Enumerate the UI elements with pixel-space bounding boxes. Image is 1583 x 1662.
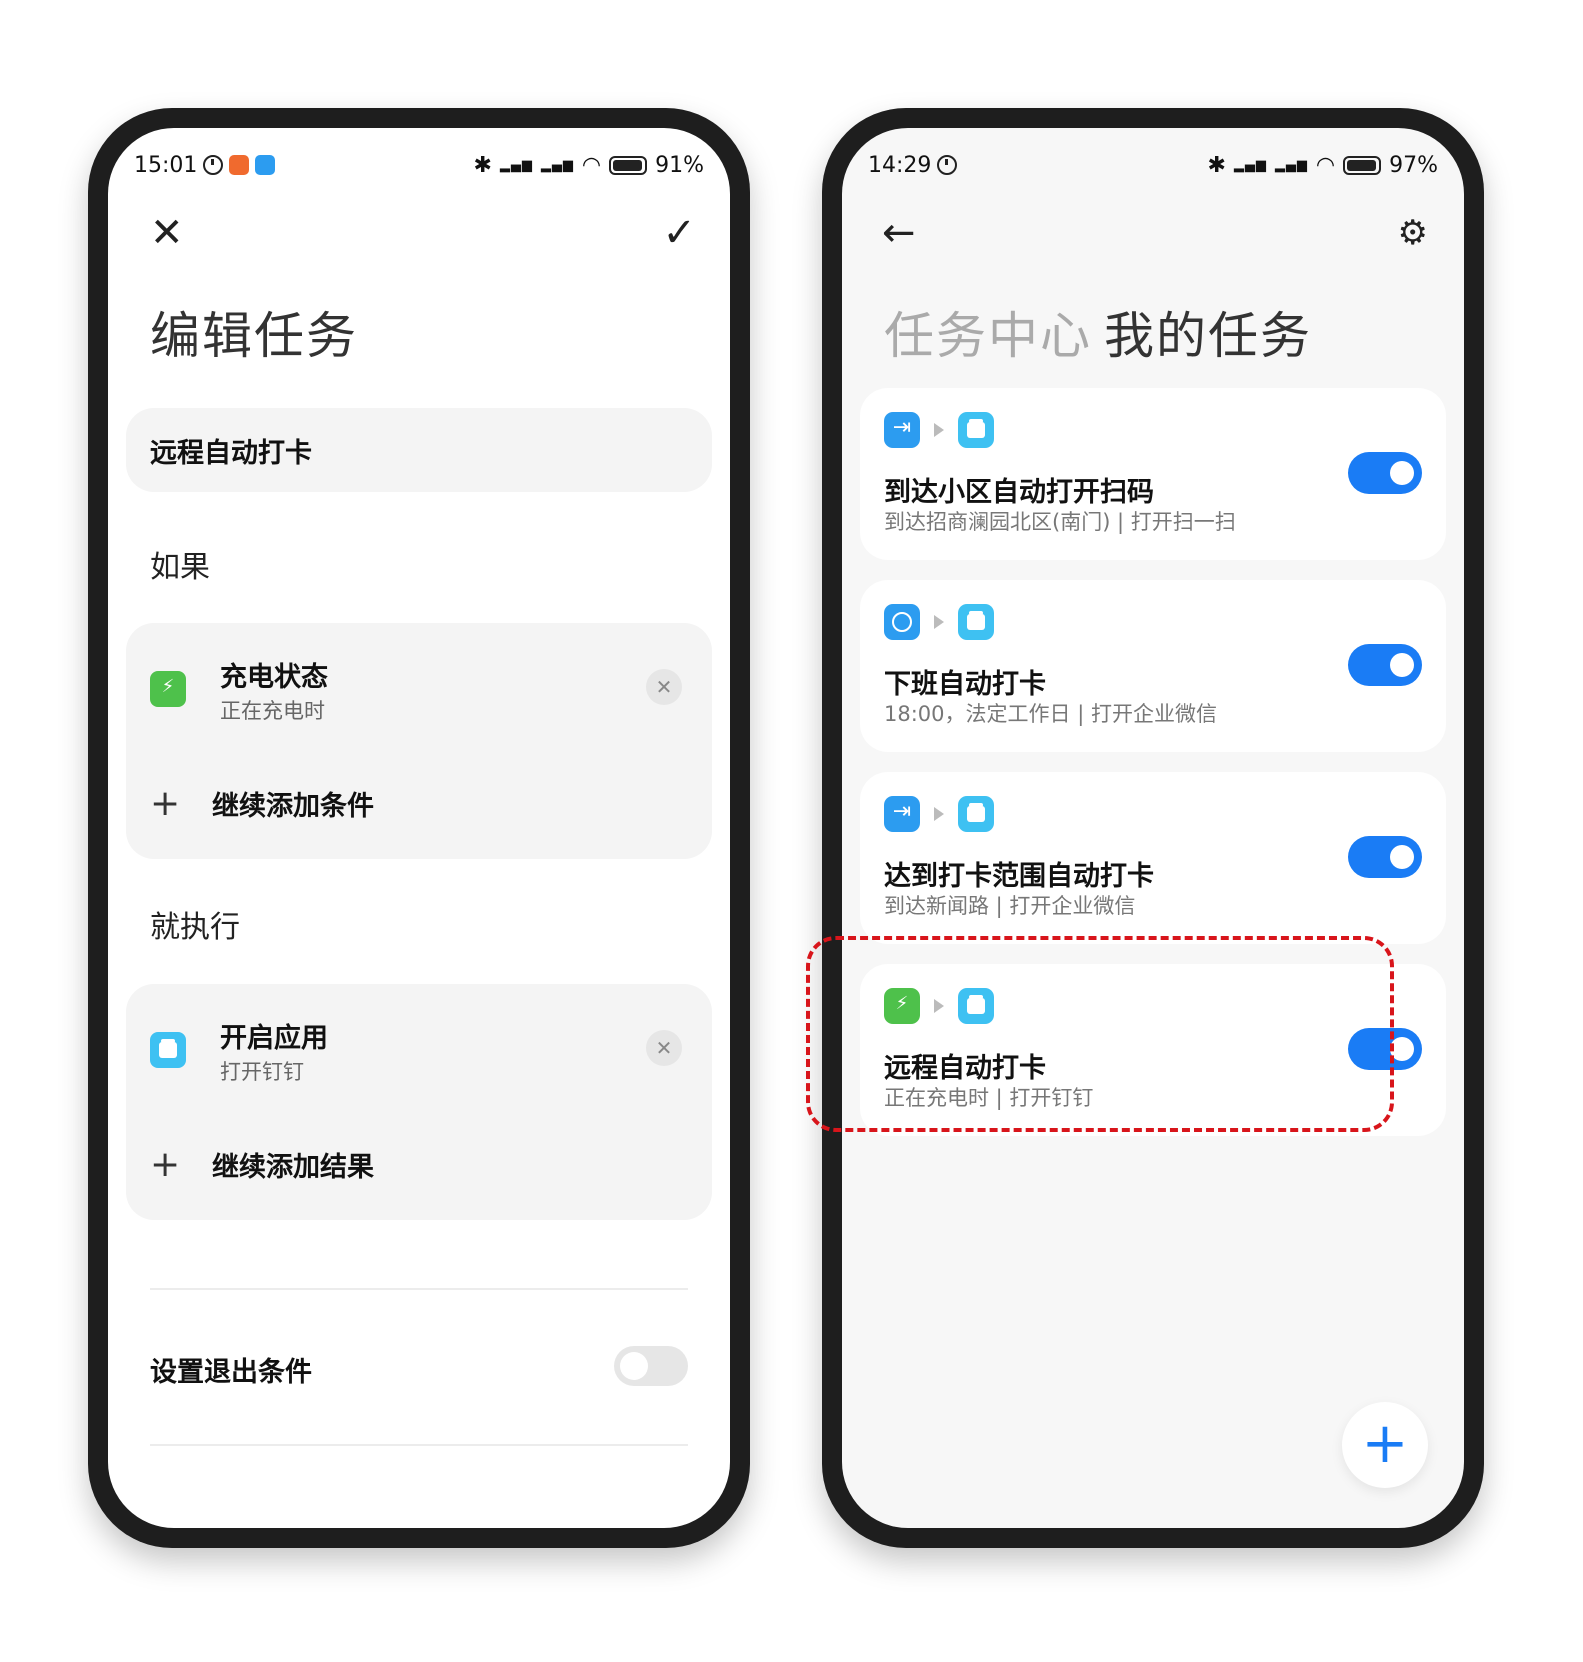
page-title: 编辑任务 (150, 307, 358, 365)
confirm-check-icon[interactable]: ✓ (662, 208, 696, 258)
open-app-icon (958, 604, 994, 640)
bluetooth-icon: ✱ (473, 152, 492, 178)
tab-task-center[interactable]: 任务中心 (884, 296, 1092, 368)
remove-action-icon[interactable]: ✕ (646, 1030, 682, 1066)
condition-card: 充电状态 正在充电时 ✕ + 继续添加条件 (126, 623, 712, 859)
divider (150, 1444, 688, 1446)
wifi-icon: ◠ (1315, 152, 1336, 178)
task-name-value: 远程自动打卡 (150, 437, 312, 469)
task-toggle[interactable] (1348, 452, 1422, 494)
task-flow-icons (884, 604, 994, 640)
task-name-input[interactable]: 远程自动打卡 (126, 408, 712, 492)
battery-percent: 97% (1389, 152, 1438, 178)
add-condition-label: 继续添加条件 (212, 791, 374, 822)
task-title: 到达小区自动打开扫码 (884, 477, 1154, 508)
clock-icon (884, 604, 920, 640)
battery-icon (1343, 155, 1382, 175)
edit-task-screen: 15:01 ✱ ▂▄▆ ▂▄▆ ◠ 91% ✕ ✓ 编辑任务 远程自动打卡 如果 (108, 128, 730, 1528)
add-result-label: 继续添加结果 (212, 1152, 374, 1183)
signal-icon: ▂▄▆ (499, 157, 533, 173)
bluetooth-icon: ✱ (1207, 152, 1226, 178)
settings-gear-icon[interactable]: ⚙ (1398, 208, 1428, 258)
open-app-icon (150, 1032, 186, 1068)
plus-icon: + (150, 1144, 181, 1185)
condition-title: 充电状态 (220, 662, 328, 693)
status-time: 15:01 (134, 152, 198, 178)
task-flow-icons (884, 412, 994, 448)
signal-icon: ▂▄▆ (1274, 157, 1308, 173)
alarm-icon (937, 155, 958, 175)
task-card[interactable]: 达到打卡范围自动打卡 到达新闻路 | 打开企业微信 (860, 772, 1446, 944)
task-toggle[interactable] (1348, 836, 1422, 878)
play-arrow-icon (934, 423, 944, 437)
status-time: 14:29 (868, 152, 932, 178)
signal-icon: ▂▄▆ (540, 157, 574, 173)
battery-percent: 91% (655, 152, 704, 178)
open-app-icon (958, 796, 994, 832)
action-card: 开启应用 打开钉钉 ✕ + 继续添加结果 (126, 984, 712, 1220)
task-flow-icons (884, 796, 994, 832)
back-arrow-icon[interactable]: ← (882, 208, 916, 258)
add-task-button[interactable]: + (1342, 1402, 1428, 1488)
action-item[interactable]: 开启应用 打开钉钉 ✕ (126, 984, 712, 1094)
signal-icon: ▂▄▆ (1233, 157, 1267, 173)
add-condition-button[interactable]: + 继续添加条件 (150, 783, 374, 824)
task-card[interactable]: 到达小区自动打开扫码 到达招商澜园北区(南门) | 打开扫一扫 (860, 388, 1446, 560)
arrive-icon (884, 796, 920, 832)
then-section-label: 就执行 (150, 910, 240, 945)
battery-charge-icon (150, 671, 186, 707)
action-subtitle: 打开钉钉 (220, 1060, 304, 1084)
plus-icon: + (150, 783, 181, 824)
add-result-button[interactable]: + 继续添加结果 (150, 1144, 374, 1185)
notification-app-icon (255, 155, 276, 175)
task-subtitle: 18:00，法定工作日 | 打开企业微信 (884, 702, 1217, 726)
tab-my-tasks[interactable]: 我的任务 (1104, 296, 1312, 368)
task-card[interactable]: 下班自动打卡 18:00，法定工作日 | 打开企业微信 (860, 580, 1446, 752)
alarm-icon (203, 155, 224, 175)
battery-icon (609, 155, 648, 175)
remove-condition-icon[interactable]: ✕ (646, 669, 682, 705)
phone-right: 14:29 ✱ ▂▄▆ ▂▄▆ ◠ 97% ← ⚙ 任务中心 我的任务 到达 (822, 108, 1484, 1548)
condition-item[interactable]: 充电状态 正在充电时 ✕ (126, 623, 712, 733)
notification-app-icon (229, 155, 250, 175)
task-title: 达到打卡范围自动打卡 (884, 861, 1154, 892)
task-subtitle: 到达新闻路 | 打开企业微信 (884, 894, 1136, 918)
task-title: 下班自动打卡 (884, 669, 1046, 700)
status-bar: 14:29 ✱ ▂▄▆ ▂▄▆ ◠ 97% (868, 150, 1438, 180)
divider (150, 1288, 688, 1290)
status-bar: 15:01 ✱ ▂▄▆ ▂▄▆ ◠ 91% (134, 150, 704, 180)
close-icon[interactable]: ✕ (150, 208, 184, 258)
condition-subtitle: 正在充电时 (220, 699, 325, 723)
open-app-icon (958, 412, 994, 448)
if-section-label: 如果 (150, 550, 210, 585)
task-subtitle: 到达招商澜园北区(南门) | 打开扫一扫 (884, 510, 1236, 534)
play-arrow-icon (934, 807, 944, 821)
wifi-icon: ◠ (581, 152, 602, 178)
phone-left: 15:01 ✱ ▂▄▆ ▂▄▆ ◠ 91% ✕ ✓ 编辑任务 远程自动打卡 如果 (88, 108, 750, 1548)
arrive-icon (884, 412, 920, 448)
play-arrow-icon (934, 615, 944, 629)
task-toggle[interactable] (1348, 644, 1422, 686)
exit-condition-label: 设置退出条件 (150, 1357, 312, 1388)
highlight-dashed-box (806, 936, 1394, 1132)
action-title: 开启应用 (220, 1023, 328, 1054)
exit-condition-toggle[interactable] (614, 1346, 688, 1386)
my-tasks-screen: 14:29 ✱ ▂▄▆ ▂▄▆ ◠ 97% ← ⚙ 任务中心 我的任务 到达 (842, 128, 1464, 1528)
